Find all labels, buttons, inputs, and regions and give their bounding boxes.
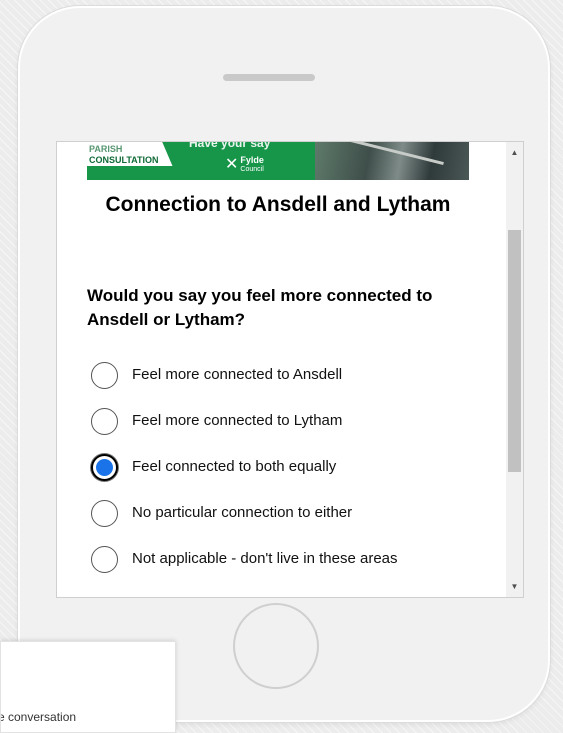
radio-group: Feel more connected to Ansdell Feel more… <box>91 360 398 590</box>
page-title: Connection to Ansdell and Lytham <box>105 193 451 216</box>
fylde-council-logo: ✕ Fylde Council <box>225 155 264 174</box>
option-label[interactable]: Feel more connected to Lytham <box>132 406 342 436</box>
chat-popup[interactable]: e conversation <box>0 641 176 733</box>
option-label[interactable]: Not applicable - don't live in these are… <box>132 544 398 574</box>
phone-home-button[interactable] <box>233 603 319 689</box>
option-ansdell[interactable]: Feel more connected to Ansdell <box>91 360 398 406</box>
popup-text: e conversation <box>0 710 77 724</box>
option-not-applicable[interactable]: Not applicable - don't live in these are… <box>91 544 398 590</box>
phone-speaker <box>223 74 315 81</box>
radio-button[interactable] <box>91 408 118 435</box>
option-label[interactable]: No particular connection to either <box>132 498 352 528</box>
banner-tagline: Have your say <box>189 142 271 150</box>
option-lytham[interactable]: Feel more connected to Lytham <box>91 406 398 452</box>
radio-button[interactable] <box>91 362 118 389</box>
survey-screen: PARISH CONSULTATION Have your say ✕ Fyld… <box>56 141 524 598</box>
option-both-equally[interactable]: Feel connected to both equally <box>91 452 398 498</box>
radio-button-selected[interactable] <box>91 454 118 481</box>
vertical-scrollbar[interactable]: ▲ ▼ <box>506 142 523 597</box>
scroll-thumb[interactable] <box>508 230 521 472</box>
scroll-down-icon[interactable]: ▼ <box>506 578 523 595</box>
banner-photo <box>315 142 469 180</box>
radio-button[interactable] <box>91 500 118 527</box>
banner-label: PARISH CONSULTATION <box>87 142 173 166</box>
option-neither[interactable]: No particular connection to either <box>91 498 398 544</box>
option-label[interactable]: Feel more connected to Ansdell <box>132 360 342 390</box>
radio-button[interactable] <box>91 546 118 573</box>
option-label[interactable]: Feel connected to both equally <box>132 452 336 482</box>
header-banner: PARISH CONSULTATION Have your say ✕ Fyld… <box>87 142 469 180</box>
fylde-logo-icon: ✕ <box>225 156 239 173</box>
scroll-up-icon[interactable]: ▲ <box>506 144 523 161</box>
question-text: Would you say you feel more connected to… <box>87 286 433 329</box>
